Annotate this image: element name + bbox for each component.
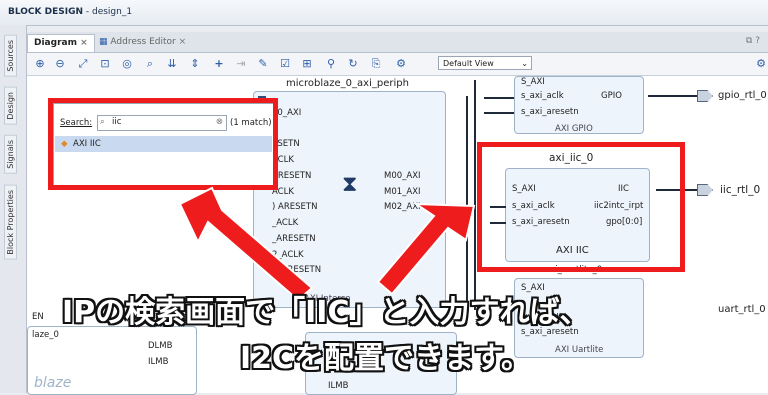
annotation-line-1: IPの検索画面で「IIC」と入力すれば、 (62, 295, 590, 330)
arrow-to-search (178, 186, 314, 302)
arrow-to-iic (376, 202, 476, 296)
annotation-line-2: I2Cを配置できます。 (240, 341, 532, 376)
